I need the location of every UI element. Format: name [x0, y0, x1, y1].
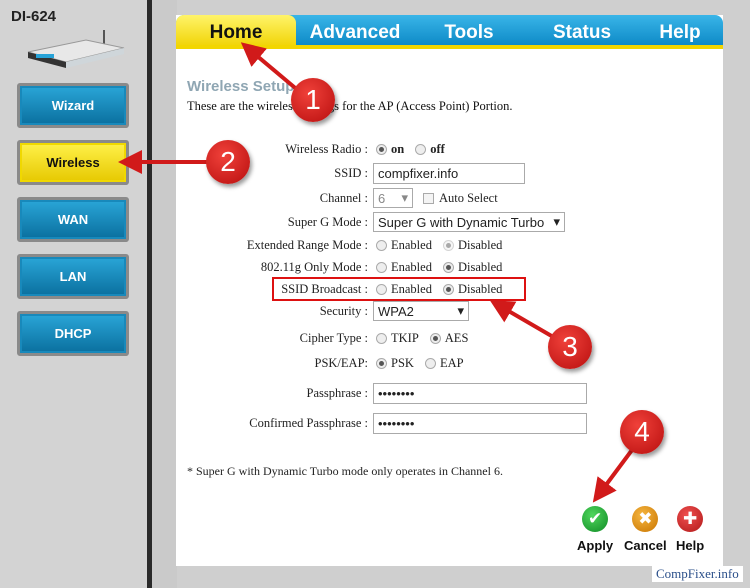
- arrow-4: [592, 448, 634, 503]
- arrow-1: [240, 42, 302, 94]
- annotation-3: 3: [548, 325, 592, 369]
- annotation-2: 2: [206, 140, 250, 184]
- annotation-1: 1: [291, 78, 335, 122]
- watermark: CompFixer.info: [652, 566, 743, 582]
- annotation-4: 4: [620, 410, 664, 454]
- annotation-arrows: [118, 42, 634, 503]
- arrow-3: [489, 299, 557, 340]
